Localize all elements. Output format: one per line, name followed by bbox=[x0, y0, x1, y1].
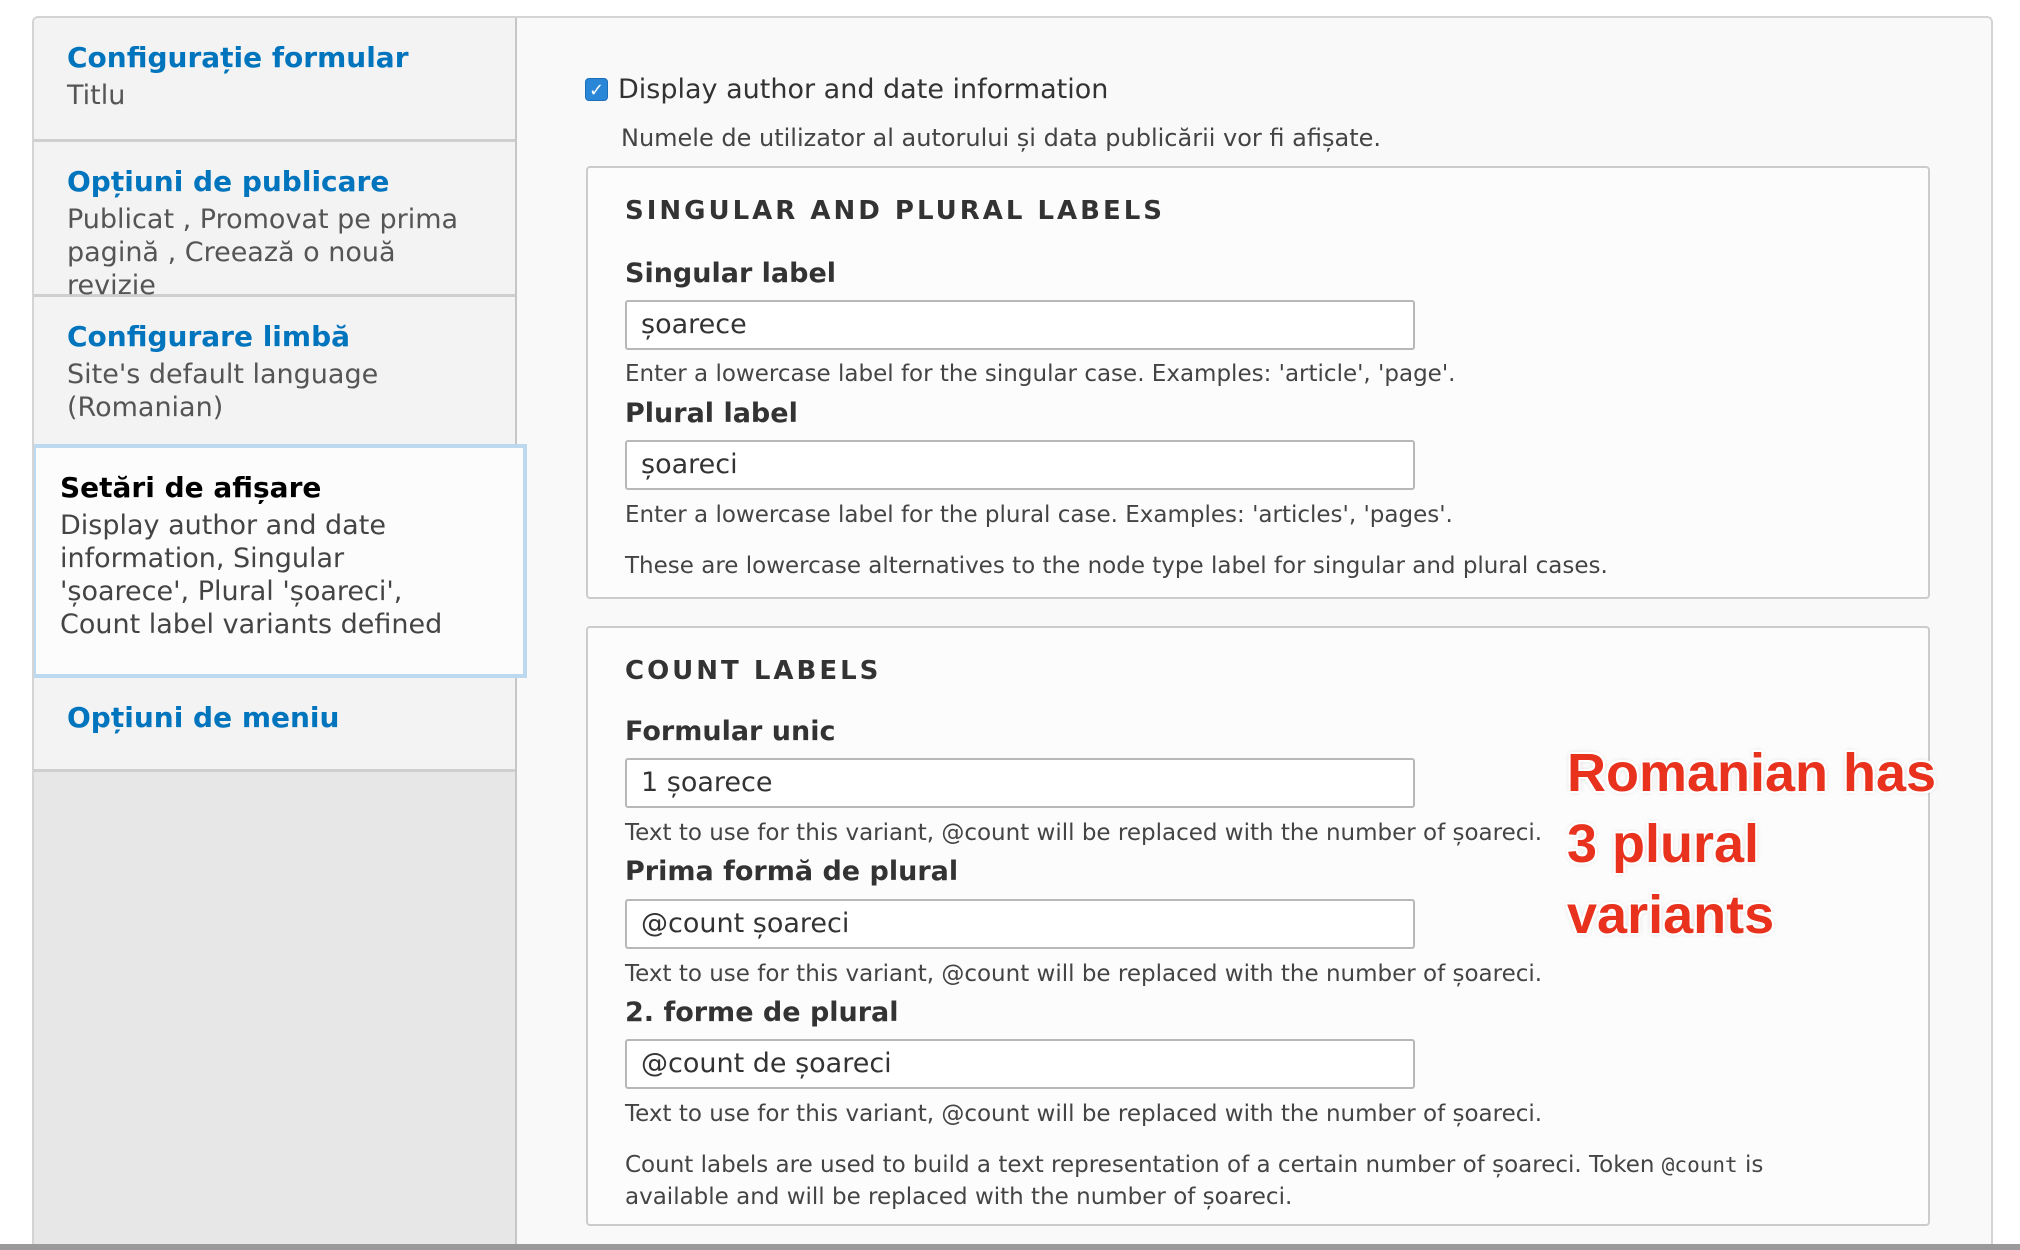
vertical-tabs-menu: Configurație formular Titlu Opțiuni de p… bbox=[34, 18, 527, 1250]
tab-language-settings[interactable]: Configurare limbă Site's default languag… bbox=[34, 297, 515, 453]
tab-summary: Titlu bbox=[67, 80, 126, 111]
plural-label-title: Plural label bbox=[625, 398, 798, 429]
first-plural-input[interactable]: @count șoareci bbox=[625, 899, 1415, 949]
tab-summary: Display author and date information, Sin… bbox=[60, 510, 443, 640]
first-plural-description: Text to use for this variant, @count wil… bbox=[625, 961, 1543, 987]
tab-form-configuration[interactable]: Configurație formular Titlu bbox=[34, 18, 515, 142]
fieldset-legend: SINGULAR AND PLURAL LABELS bbox=[625, 196, 1166, 226]
window-bottom-edge bbox=[0, 1244, 2020, 1250]
plural-variants-annotation: Romanian has 3 plural variants bbox=[1567, 738, 1987, 951]
annotation-line: variants bbox=[1567, 885, 1775, 945]
form-container: Configurație formular Titlu Opțiuni de p… bbox=[32, 16, 1993, 1250]
fieldset-legend: COUNT LABELS bbox=[625, 656, 882, 686]
tab-title: Configurație formular bbox=[67, 41, 409, 74]
tab-title: Opțiuni de meniu bbox=[67, 701, 340, 734]
tab-summary: Site's default language (Romanian) bbox=[67, 359, 379, 423]
tab-title: Setări de afișare bbox=[60, 471, 322, 504]
plural-label-description: Enter a lowercase label for the plural c… bbox=[625, 502, 1453, 528]
tab-title: Opțiuni de publicare bbox=[67, 165, 390, 198]
tab-menu-settings[interactable]: Opțiuni de meniu bbox=[34, 678, 515, 772]
tab-summary: Publicat , Promovat pe prima pagină , Cr… bbox=[67, 204, 459, 301]
second-plural-description: Text to use for this variant, @count wil… bbox=[625, 1101, 1543, 1127]
singular-label-title: Singular label bbox=[625, 258, 837, 289]
annotation-line: Romanian has bbox=[1567, 743, 1937, 803]
display-author-label[interactable]: Display author and date information bbox=[618, 74, 1108, 105]
first-plural-title: Prima formă de plural bbox=[625, 856, 959, 887]
singular-plural-footer: These are lowercase alternatives to the … bbox=[625, 553, 1608, 579]
plural-label-input[interactable]: șoareci bbox=[625, 440, 1415, 490]
tab-publishing-options[interactable]: Opțiuni de publicare Publicat , Promovat… bbox=[34, 142, 515, 301]
second-plural-input[interactable]: @count de șoareci bbox=[625, 1039, 1415, 1089]
count-labels-footer: Count labels are used to build a text re… bbox=[625, 1149, 1825, 1213]
annotation-line: 3 plural bbox=[1567, 814, 1760, 874]
singular-plural-fieldset: SINGULAR AND PLURAL LABELS Singular labe… bbox=[586, 166, 1930, 599]
tab-display-settings[interactable]: Setări de afișare Display author and dat… bbox=[34, 444, 527, 678]
display-author-checkbox[interactable]: ✓ bbox=[585, 78, 608, 101]
singular-label-description: Enter a lowercase label for the singular… bbox=[625, 361, 1456, 387]
singular-form-description: Text to use for this variant, @count wil… bbox=[625, 820, 1543, 846]
tab-title: Configurare limbă bbox=[67, 320, 351, 353]
display-author-description: Numele de utilizator al autorului și dat… bbox=[621, 124, 1381, 152]
singular-label-input[interactable]: șoarece bbox=[625, 300, 1415, 350]
count-token: @count bbox=[1661, 1153, 1738, 1177]
singular-form-title: Formular unic bbox=[625, 716, 836, 747]
singular-form-input[interactable]: 1 șoarece bbox=[625, 758, 1415, 808]
tab-content-pane: ✓ Display author and date information Nu… bbox=[517, 18, 1991, 1250]
footer-text-start: Count labels are used to build a text re… bbox=[625, 1152, 1662, 1178]
second-plural-title: 2. forme de plural bbox=[625, 997, 899, 1028]
display-author-row: ✓ Display author and date information bbox=[585, 74, 1108, 105]
